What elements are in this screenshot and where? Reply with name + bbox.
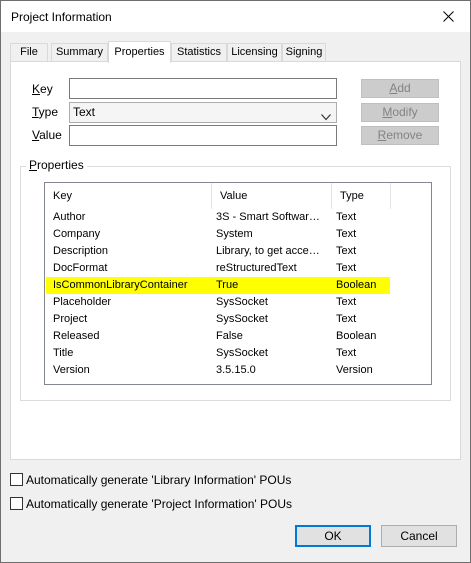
- column-header-type[interactable]: Type: [332, 183, 391, 209]
- tab-statistics[interactable]: Statistics: [171, 43, 227, 62]
- properties-list[interactable]: Key Value Type Author 3S - Smart Softwar…: [44, 182, 432, 385]
- tab-properties[interactable]: Properties: [108, 41, 171, 63]
- type-label: Type: [32, 105, 59, 119]
- type-select-value: Text: [73, 105, 96, 119]
- tab-file[interactable]: File: [10, 43, 48, 62]
- list-item-highlighted[interactable]: IsCommonLibraryContainer True Boolean: [46, 277, 390, 294]
- list-item[interactable]: Title SysSocket Text: [45, 345, 431, 362]
- tab-summary[interactable]: Summary: [51, 43, 108, 62]
- value-input[interactable]: [69, 125, 337, 146]
- title-bar: Project Information: [1, 1, 470, 32]
- window-title: Project Information: [11, 10, 112, 24]
- cancel-button[interactable]: Cancel: [381, 525, 457, 547]
- list-header: Key Value Type: [45, 183, 431, 209]
- key-input[interactable]: [69, 78, 337, 99]
- gen-project-info-checkbox[interactable]: [10, 497, 23, 510]
- list-item[interactable]: Author 3S - Smart Softwar… Text: [45, 209, 431, 226]
- properties-group-title: Properties: [26, 158, 87, 172]
- list-item[interactable]: Version 3.5.15.0 Version: [45, 362, 431, 379]
- type-select[interactable]: Text: [69, 102, 337, 123]
- remove-button[interactable]: Remove: [361, 126, 439, 145]
- list-item[interactable]: Project SysSocket Text: [45, 311, 431, 328]
- list-item[interactable]: Company System Text: [45, 226, 431, 243]
- gen-library-info-label: Automatically generate 'Library Informat…: [26, 473, 292, 487]
- add-button[interactable]: Add: [361, 79, 439, 98]
- key-label: Key: [32, 82, 53, 96]
- project-information-dialog: Project Information File Summary Propert…: [0, 0, 471, 563]
- gen-library-info-checkbox[interactable]: [10, 473, 23, 486]
- modify-button[interactable]: Modify: [361, 103, 439, 122]
- list-item[interactable]: Description Library, to get acce… Text: [45, 243, 431, 260]
- column-header-value[interactable]: Value: [212, 183, 332, 209]
- list-item[interactable]: Placeholder SysSocket Text: [45, 294, 431, 311]
- close-icon[interactable]: [426, 1, 470, 32]
- column-header-key[interactable]: Key: [45, 183, 212, 209]
- gen-project-info-label: Automatically generate 'Project Informat…: [26, 497, 293, 511]
- tab-signing[interactable]: Signing: [282, 43, 326, 62]
- list-item[interactable]: Released False Boolean: [45, 328, 431, 345]
- ok-button[interactable]: OK: [295, 525, 371, 547]
- list-item[interactable]: DocFormat reStructuredText Text: [45, 260, 431, 277]
- value-label: Value: [32, 128, 62, 142]
- tab-licensing[interactable]: Licensing: [227, 43, 282, 62]
